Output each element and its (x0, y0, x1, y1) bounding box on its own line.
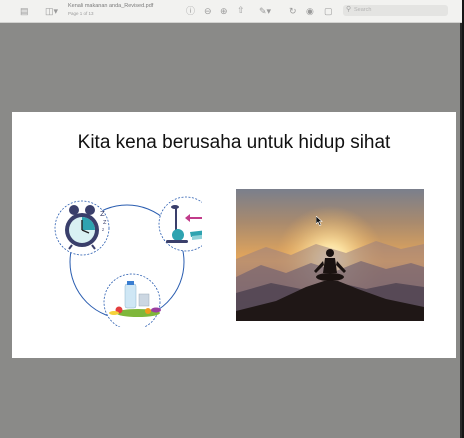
svg-text:Z: Z (103, 220, 107, 226)
pdf-viewer-window: ▤ ◫▾ Kenali makanan anda_Revised.pdf Pag… (0, 0, 462, 438)
healthy-food-icon (103, 273, 161, 327)
form-fill-icon[interactable]: ▢ (324, 6, 333, 16)
zoom-in-icon[interactable]: ⊕ (220, 6, 228, 16)
alarm-clock-icon: Z Z z (54, 200, 110, 256)
svg-text:Z: Z (100, 210, 105, 218)
title-bar: ▤ ◫▾ Kenali makanan anda_Revised.pdf Pag… (0, 0, 462, 23)
slide-title: Kita kena berusaha untuk hidup sihat (77, 132, 391, 153)
sidebar-toggle-icon[interactable]: ▤ (20, 6, 29, 16)
search-icon: ⚲ (346, 6, 352, 13)
info-icon[interactable]: ⓘ (186, 6, 195, 16)
share-icon[interactable]: ⇧ (237, 5, 245, 15)
document-title: Kenali makanan anda_Revised.pdf (68, 3, 154, 9)
meditation-photo (236, 189, 424, 321)
annotate-icon[interactable]: ◉ (306, 6, 314, 16)
healthy-habits-cycle: Z Z z (54, 196, 202, 327)
rotate-icon[interactable]: ↻ (289, 6, 297, 16)
search-field[interactable]: ⚲ Search (343, 5, 448, 16)
exercise-bike-icon (158, 196, 202, 252)
search-placeholder: Search (354, 7, 372, 13)
mouse-cursor-icon (316, 216, 323, 226)
slide-page: Kita kena berusaha untuk hidup sihat Z Z… (12, 112, 456, 358)
zoom-out-icon[interactable]: ⊖ (204, 6, 212, 16)
svg-text:z: z (102, 227, 104, 232)
page-indicator: Page 1 of 13 (68, 11, 94, 16)
markup-icon[interactable]: ✎▾ (259, 6, 271, 16)
view-menu-icon[interactable]: ◫▾ (45, 6, 58, 16)
